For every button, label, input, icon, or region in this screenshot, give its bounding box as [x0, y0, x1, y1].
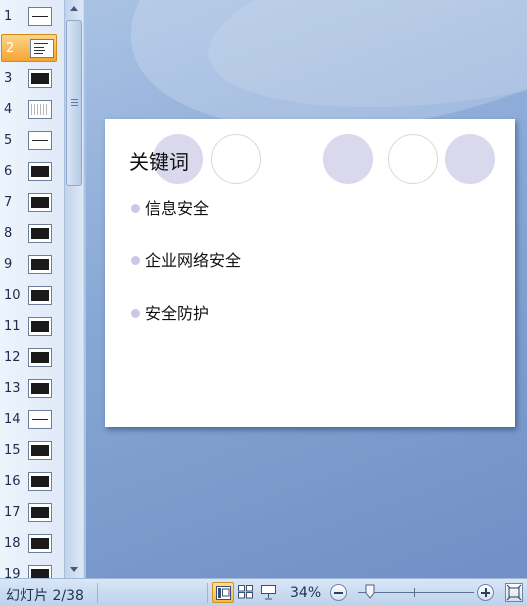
decorative-circle	[211, 134, 261, 184]
normal-view-button[interactable]	[212, 582, 234, 603]
slide-thumbnail-image	[28, 503, 52, 522]
decorative-circle	[388, 134, 438, 184]
current-slide[interactable]: 关键词 信息安全 企业网络安全 安全防护	[105, 119, 515, 427]
decorative-circle	[445, 134, 495, 184]
slide-thumbnail-number: 19	[4, 567, 21, 578]
slide-thumbnail-number: 4	[4, 102, 13, 117]
slide-thumbnail-number: 12	[4, 350, 21, 365]
slide-thumbnail-13[interactable]: 13	[0, 375, 60, 403]
slide-thumbnail-1[interactable]: 1	[0, 3, 60, 31]
bullet-text: 企业网络安全	[145, 251, 242, 270]
slide-thumbnail-image	[28, 224, 52, 243]
slide-thumbnail-image	[28, 286, 52, 305]
slide-thumbnail-image	[28, 317, 52, 336]
zoom-in-icon-vertical	[485, 588, 487, 597]
slide-thumbnail-number: 8	[4, 226, 13, 241]
slide-thumbnail-image	[28, 565, 52, 578]
zoom-in-button[interactable]	[477, 584, 494, 601]
slide-thumbnail-image	[28, 131, 52, 150]
slide-thumbnail-number: 7	[4, 195, 13, 210]
slide-thumbnail-pane: 1 2 3 4 5 6 7 8 9 10 11 12 13 14 15 16 17 18 19	[0, 0, 64, 578]
slide-thumbnail-19[interactable]: 19	[0, 561, 60, 578]
status-bar: 幻灯片 2/38 34%	[0, 578, 527, 606]
scroll-down-arrow-icon[interactable]	[66, 561, 82, 578]
decorative-circle	[323, 134, 373, 184]
scrollbar-thumb[interactable]	[66, 20, 82, 186]
slide-thumbnail-number: 3	[4, 71, 13, 86]
slide-thumbnail-9[interactable]: 9	[0, 251, 60, 279]
slide-thumbnail-17[interactable]: 17	[0, 499, 60, 527]
slide-thumbnail-number: 5	[4, 133, 13, 148]
slide-thumbnail-number: 9	[4, 257, 13, 272]
slideshow-button[interactable]	[258, 582, 280, 603]
slide-thumbnail-number: 16	[4, 474, 21, 489]
slide-thumbnail-image	[28, 348, 52, 367]
slide-thumbnail-number: 10	[4, 288, 21, 303]
slideshow-icon	[261, 585, 276, 600]
zoom-out-button[interactable]	[330, 584, 347, 601]
slide-thumbnail-16[interactable]: 16	[0, 468, 60, 496]
slide-thumbnail-image	[28, 162, 52, 181]
fit-to-window-button[interactable]	[505, 583, 523, 602]
slide-thumbnail-image	[28, 441, 52, 460]
normal-view-icon	[216, 586, 231, 600]
status-separator	[207, 583, 208, 603]
slide-thumbnail-15[interactable]: 15	[0, 437, 60, 465]
zoom-level[interactable]: 34%	[290, 585, 321, 601]
slide-thumbnail-4[interactable]: 4	[0, 96, 60, 124]
status-separator	[97, 583, 98, 603]
slide-sorter-icon	[238, 585, 253, 599]
slide-thumbnail-image	[28, 472, 52, 491]
bullet-icon	[131, 256, 140, 265]
zoom-slider-track[interactable]	[358, 592, 474, 593]
slide-thumbnail-5[interactable]: 5	[0, 127, 60, 155]
slide-title[interactable]: 关键词	[129, 146, 189, 175]
slide-thumbnail-number: 15	[4, 443, 21, 458]
slide-thumbnail-image	[28, 7, 52, 26]
scroll-up-arrow-icon[interactable]	[66, 0, 82, 17]
slide-thumbnail-12[interactable]: 12	[0, 344, 60, 372]
bullet-item[interactable]: 企业网络安全	[131, 247, 241, 271]
bullet-text: 安全防护	[145, 304, 210, 323]
slide-thumbnail-image	[28, 534, 52, 553]
slide-thumbnail-number: 1	[4, 9, 13, 24]
slide-thumbnail-image	[28, 410, 52, 429]
slide-thumbnail-image	[28, 379, 52, 398]
slide-thumbnail-number: 18	[4, 536, 21, 551]
zoom-slider-thumb[interactable]	[365, 584, 375, 599]
slide-thumbnail-image	[28, 100, 52, 119]
scrollbar-grip-icon	[71, 99, 78, 107]
slide-counter: 幻灯片 2/38	[6, 588, 84, 604]
slide-thumbnail-image	[28, 69, 52, 88]
slide-thumbnail-number: 14	[4, 412, 21, 427]
slide-thumbnail-10[interactable]: 10	[0, 282, 60, 310]
bullet-icon	[131, 204, 140, 213]
bullet-text: 信息安全	[145, 199, 210, 218]
slide-thumbnail-3[interactable]: 3	[0, 65, 60, 93]
slide-editing-area[interactable]: 关键词 信息安全 企业网络安全 安全防护	[84, 0, 527, 578]
slide-thumbnail-number: 17	[4, 505, 21, 520]
thumbnail-scrollbar[interactable]	[64, 0, 83, 578]
slide-thumbnail-number: 6	[4, 164, 13, 179]
slide-sorter-button[interactable]	[235, 582, 257, 603]
slide-thumbnail-7[interactable]: 7	[0, 189, 60, 217]
slide-thumbnail-14[interactable]: 14	[0, 406, 60, 434]
bullet-item[interactable]: 安全防护	[131, 300, 209, 324]
zoom-slider-midmark	[414, 588, 415, 597]
slide-thumbnail-2[interactable]: 2	[1, 34, 57, 62]
slide-thumbnail-number: 13	[4, 381, 21, 396]
slide-thumbnail-image	[30, 39, 54, 58]
slide-thumbnail-11[interactable]: 11	[0, 313, 60, 341]
bullet-item[interactable]: 信息安全	[131, 195, 209, 219]
slide-thumbnail-image	[28, 193, 52, 212]
slide-thumbnail-number: 11	[4, 319, 21, 334]
fit-to-window-icon	[506, 584, 522, 601]
slide-thumbnail-number: 2	[6, 41, 15, 56]
slide-thumbnail-18[interactable]: 18	[0, 530, 60, 558]
slide-thumbnail-8[interactable]: 8	[0, 220, 60, 248]
slide-thumbnail-6[interactable]: 6	[0, 158, 60, 186]
zoom-out-icon	[334, 592, 343, 594]
slide-thumbnail-image	[28, 255, 52, 274]
bullet-icon	[131, 309, 140, 318]
